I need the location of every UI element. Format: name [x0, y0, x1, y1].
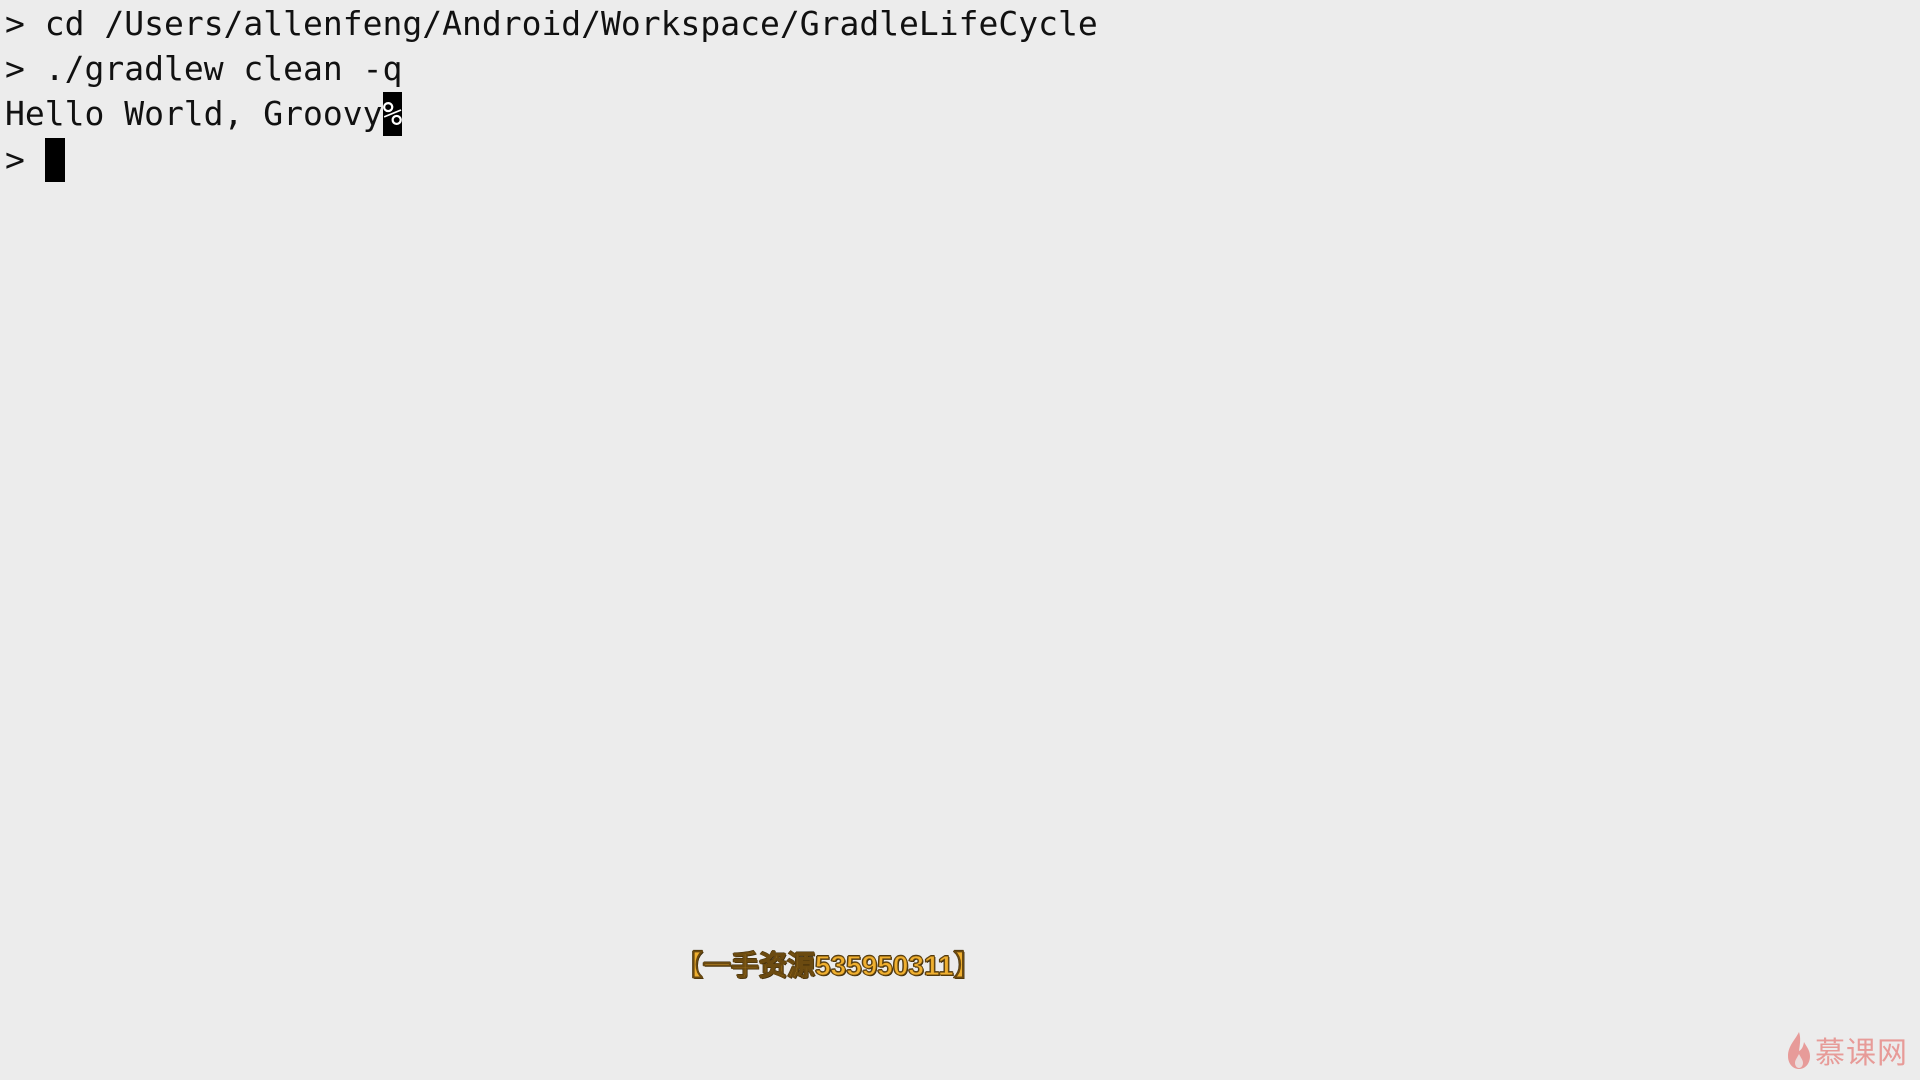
watermark-banner: 【一手资源535950311】 — [675, 943, 983, 989]
terminal-window[interactable]: > cd /Users/allenfeng/Android/Workspace/… — [0, 0, 1920, 1080]
prompt-symbol: > — [5, 49, 25, 88]
terminal-line-cd: > cd /Users/allenfeng/Android/Workspace/… — [5, 2, 1098, 46]
no-newline-marker: % — [382, 92, 403, 136]
terminal-line-output: Hello World, Groovy% — [5, 92, 403, 136]
prompt-symbol: > — [5, 4, 25, 43]
text-cursor — [44, 138, 65, 182]
logo-text: 慕课网 — [1815, 1037, 1908, 1070]
flame-icon — [1788, 1032, 1810, 1069]
watermark-banner-text: 【一手资源535950311】 — [675, 950, 983, 982]
output-text: Hello World, Groovy — [5, 94, 383, 133]
imooc-logo: 慕课网 — [1785, 1028, 1908, 1072]
terminal-line-active-prompt[interactable]: > — [5, 138, 65, 182]
prompt-symbol: > — [5, 140, 25, 179]
command-text: cd /Users/allenfeng/Android/Workspace/Gr… — [44, 4, 1098, 43]
command-text: ./gradlew clean -q — [44, 49, 403, 88]
terminal-line-gradlew: > ./gradlew clean -q — [5, 47, 402, 91]
